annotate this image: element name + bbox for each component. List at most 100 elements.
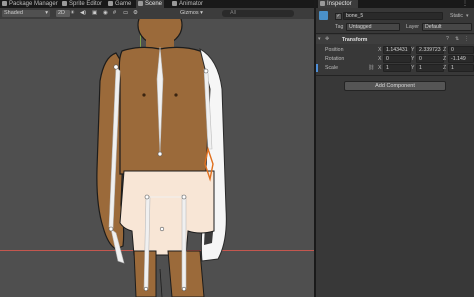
- tag-label: Tag: [335, 24, 344, 30]
- tab-inspector[interactable]: Inspector: [318, 0, 358, 8]
- axis-y-label: Y: [411, 65, 415, 71]
- add-component-button[interactable]: Add Component: [344, 81, 446, 91]
- info-icon: [320, 0, 325, 6]
- 2d-mode-toggle[interactable]: 2D: [56, 10, 70, 17]
- right-leg-bone[interactable]: [181, 194, 187, 290]
- bone-joint[interactable]: [181, 286, 187, 292]
- hidden-objects-icon[interactable]: ◉: [103, 10, 111, 17]
- chevron-down-icon: ▾: [45, 10, 48, 16]
- transform-icon: ✥: [325, 36, 330, 42]
- axis-z-label: Z: [443, 47, 447, 53]
- scale-row: Scale ⛓ X 1 Y 1 Z 1: [316, 64, 474, 72]
- chest-mark-right: [174, 93, 178, 97]
- lighting-toggle-icon[interactable]: ☀: [70, 10, 78, 17]
- rotation-row: Rotation X 0 Y 0 Z -1.149: [316, 55, 474, 63]
- inspector-panel: ✓ bone_5 Static ▾ Tag Untagged Layer Def…: [316, 8, 474, 297]
- tab-game[interactable]: Game: [106, 0, 134, 8]
- scale-x-field[interactable]: 1: [383, 64, 411, 72]
- layer-dropdown[interactable]: Default: [422, 23, 472, 31]
- tab-label: Animator: [179, 1, 204, 7]
- scene-search-input[interactable]: All: [222, 10, 294, 17]
- rotation-y-value: 0: [419, 56, 422, 62]
- 2d-label: 2D: [58, 10, 66, 16]
- scale-x-value: 1: [386, 65, 389, 71]
- gear-icon[interactable]: ⚙: [133, 10, 141, 17]
- effects-dropdown-icon[interactable]: ▣: [92, 10, 100, 17]
- bone-joint[interactable]: [157, 151, 163, 157]
- rotation-label: Rotation: [325, 56, 345, 62]
- add-component-label: Add Component: [375, 83, 415, 89]
- static-label: Static: [450, 13, 463, 19]
- scene-view[interactable]: [0, 19, 314, 297]
- shading-mode-dropdown[interactable]: Shaded ▾: [2, 10, 50, 17]
- object-name-field[interactable]: bone_5: [343, 12, 443, 20]
- modified-indicator: [316, 64, 318, 72]
- search-placeholder: All: [230, 10, 237, 16]
- object-header: ✓ bone_5 Static ▾: [316, 10, 474, 22]
- bone-joint[interactable]: [159, 226, 165, 232]
- header-separator: [316, 33, 474, 34]
- context-menu-icon[interactable]: ⋮: [464, 36, 469, 42]
- grid-toggle-icon[interactable]: #: [113, 10, 121, 17]
- scale-y-field[interactable]: 1: [416, 64, 444, 72]
- character-rig: [96, 19, 227, 297]
- active-checkbox[interactable]: ✓: [335, 13, 342, 20]
- rotation-x-field[interactable]: 0: [383, 55, 411, 63]
- rotation-z-field[interactable]: -1.149: [448, 55, 474, 63]
- presets-icon[interactable]: ⇅: [455, 36, 459, 42]
- axis-z-label: Z: [443, 56, 447, 62]
- rotation-y-field[interactable]: 0: [416, 55, 444, 63]
- bone-joint[interactable]: [203, 68, 209, 74]
- scale-z-value: 1: [451, 65, 454, 71]
- transform-header[interactable]: ▾ ✥ Transform ? ⇅ ⋮: [316, 35, 474, 44]
- scale-z-field[interactable]: 1: [448, 64, 474, 72]
- position-row: Position X 1.143431 Y 2.339723 Z 0: [316, 46, 474, 54]
- tab-package-manager[interactable]: Package Manager: [0, 0, 58, 8]
- gameobject-icon: [319, 11, 328, 20]
- panel-menu-icon[interactable]: ⋮: [462, 0, 472, 8]
- axis-z-label: Z: [443, 65, 447, 71]
- position-y-field[interactable]: 2.339723: [416, 46, 444, 54]
- leg-gap: [159, 268, 163, 297]
- scene-camera-icon[interactable]: ▭: [123, 10, 131, 17]
- game-icon: [108, 0, 113, 6]
- position-y-value: 2.339723: [419, 47, 441, 53]
- scale-label: Scale: [325, 65, 338, 71]
- tab-scene[interactable]: Scene: [136, 0, 164, 8]
- gizmos-dropdown[interactable]: Gizmos ▾: [180, 10, 216, 17]
- transform-title: Transform: [342, 37, 368, 43]
- chest-mark-left: [142, 93, 146, 97]
- tab-label: Sprite Editor: [69, 1, 103, 7]
- rotation-x-value: 0: [386, 56, 389, 62]
- tab-sprite-editor[interactable]: Sprite Editor: [60, 0, 104, 8]
- rotation-z-value: -1.149: [451, 56, 466, 62]
- tab-animator[interactable]: Animator: [170, 0, 212, 8]
- position-x-field[interactable]: 1.143431: [383, 46, 411, 54]
- torso: [118, 46, 215, 175]
- inspector-tab-bar: Inspector ⋮: [316, 0, 474, 8]
- bone-joint[interactable]: [108, 226, 114, 232]
- bone-joint[interactable]: [181, 194, 187, 200]
- static-dropdown-icon[interactable]: ▾: [466, 13, 469, 19]
- constrain-proportions-icon[interactable]: ⛓: [368, 65, 375, 71]
- tag-layer-row: Tag Untagged Layer Default: [316, 22, 474, 31]
- shorts: [119, 170, 215, 256]
- bone-joint[interactable]: [143, 286, 149, 292]
- axis-x-label: X: [378, 65, 382, 71]
- tag-dropdown[interactable]: Untagged: [346, 23, 400, 31]
- help-icon[interactable]: ?: [446, 36, 449, 42]
- position-label: Position: [325, 47, 344, 53]
- bone-joint[interactable]: [113, 64, 119, 70]
- foldout-arrow-icon[interactable]: ▾: [318, 36, 321, 42]
- position-z-field[interactable]: 0: [448, 46, 474, 54]
- animator-icon: [172, 0, 177, 6]
- object-name-value: bone_5: [346, 13, 364, 19]
- gizmos-label: Gizmos: [180, 10, 199, 16]
- layer-label: Layer: [406, 24, 419, 30]
- bone-joint[interactable]: [144, 194, 150, 200]
- axis-x-label: X: [378, 47, 382, 53]
- axis-y-label: Y: [411, 47, 415, 53]
- tab-label: Package Manager: [9, 1, 58, 7]
- audio-toggle-icon[interactable]: ◀): [80, 10, 88, 17]
- position-z-value: 0: [451, 47, 454, 53]
